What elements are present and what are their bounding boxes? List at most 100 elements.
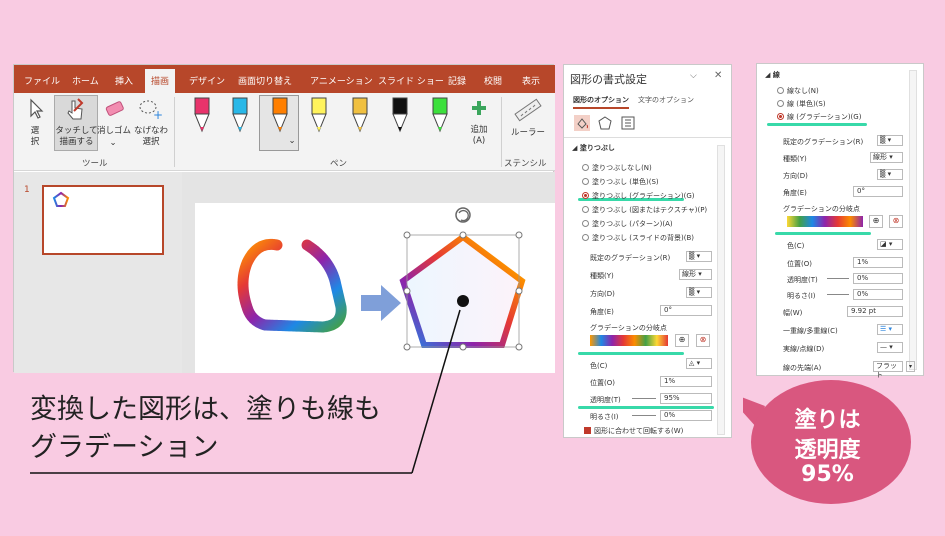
add-stop-icon[interactable]: ⊕ [675, 334, 689, 347]
position-input[interactable]: 1% [853, 257, 903, 268]
color-picker[interactable]: ◪ ▾ [877, 239, 903, 250]
line-option-1[interactable]: 線なし(N) [777, 86, 819, 96]
radio-button[interactable] [777, 87, 784, 94]
tab-file[interactable]: ファイル [24, 74, 60, 87]
remove-stop-icon[interactable]: ⊗ [889, 215, 903, 228]
radio-button[interactable] [582, 164, 589, 171]
line-option-3[interactable]: 線 (グラデーション)(G) [777, 112, 861, 122]
line-option-label: 線 (単色)(S) [787, 100, 826, 108]
fill-option-2[interactable]: 塗りつぶし (単色)(S) [582, 177, 659, 187]
remove-stop-icon[interactable]: ⊗ [696, 334, 710, 347]
chevron-down-icon[interactable]: ⌵ [690, 71, 697, 81]
cap-type-dropdown-arrow[interactable]: ▾ [906, 361, 915, 372]
select-button[interactable] [26, 98, 46, 124]
tab-animations[interactable]: アニメーション [310, 74, 373, 87]
direction-label: 方向(D) [783, 172, 808, 180]
ruler-icon[interactable] [513, 97, 543, 123]
add-pen-icon[interactable] [470, 99, 488, 117]
tab-shape-options[interactable]: 図形のオプション [573, 95, 629, 109]
tab-review[interactable]: 校閲 [484, 74, 502, 87]
lasso-icon[interactable]: + [137, 97, 163, 121]
hand-drawn-pentagon [237, 238, 347, 333]
tab-draw[interactable]: 描画 [145, 69, 176, 93]
compound-type-dropdown[interactable]: ☰ ▾ [877, 324, 903, 335]
position-input[interactable]: 1% [660, 376, 712, 387]
tab-design[interactable]: デザイン [189, 74, 225, 87]
type-dropdown[interactable]: 線形 ▾ [870, 152, 903, 163]
tab-transitions[interactable]: 画面切り替え [238, 74, 292, 87]
highlight-line [767, 123, 867, 126]
gradient-stops-bar[interactable] [787, 216, 863, 227]
panel-scrollbar[interactable] [717, 145, 725, 435]
pen-4-icon[interactable] [307, 97, 331, 139]
angle-input[interactable]: 0° [660, 305, 712, 316]
touch-draw-label: タッチして 描画する [55, 126, 98, 147]
tab-home[interactable]: ホーム [72, 74, 99, 87]
pen-5-icon[interactable] [348, 97, 372, 139]
tab-text-options[interactable]: 文字のオプション [638, 95, 694, 105]
direction-dropdown[interactable]: ▒ ▾ [877, 169, 903, 180]
tab-view[interactable]: 表示 [522, 74, 540, 87]
section-line[interactable]: ◢ 線 [765, 70, 780, 80]
transparency-slider[interactable] [632, 398, 656, 399]
pen-3-icon[interactable] [268, 97, 292, 139]
fill-option-4[interactable]: 塗りつぶし (図またはテクスチャ)(P) [582, 205, 707, 215]
line-option-2[interactable]: 線 (単色)(S) [777, 99, 826, 109]
color-label: 色(C) [590, 362, 608, 370]
pen-1-icon[interactable] [190, 97, 214, 139]
fill-option-label: 塗りつぶしなし(N) [592, 164, 652, 172]
rotate-handle-icon [455, 207, 471, 223]
section-fill[interactable]: ◢ 塗りつぶし [572, 143, 615, 153]
preset-gradient-dropdown[interactable]: ▒ ▾ [686, 251, 712, 262]
slide-content [237, 207, 526, 351]
pen-2-icon[interactable] [228, 97, 252, 139]
transparency-slider[interactable] [827, 278, 849, 279]
transparency-input[interactable]: 0% [853, 273, 903, 284]
radio-button[interactable] [582, 234, 589, 241]
transparency-input[interactable]: 95% [660, 393, 712, 404]
effects-icon[interactable] [598, 116, 612, 130]
tab-slideshow[interactable]: スライド ショー [378, 74, 444, 87]
panel-scrollbar[interactable] [909, 70, 917, 370]
radio-button[interactable] [582, 192, 589, 199]
fill-option-label: 塗りつぶし (スライドの背景)(B) [592, 234, 695, 242]
size-properties-icon[interactable] [621, 116, 635, 130]
fill-line-icon[interactable] [574, 115, 590, 131]
eraser-icon[interactable] [103, 99, 127, 119]
brightness-input[interactable]: 0% [853, 289, 903, 300]
tab-record[interactable]: 記録 [448, 74, 466, 87]
add-stop-icon[interactable]: ⊕ [869, 215, 883, 228]
slide-thumbnail[interactable] [42, 185, 164, 255]
rotate-with-shape-checkbox[interactable]: 図形に合わせて回転する(W) [584, 426, 683, 436]
radio-button[interactable] [582, 220, 589, 227]
eraser-dropdown-icon[interactable]: ⌄ [108, 138, 118, 149]
brightness-slider[interactable] [827, 294, 849, 295]
gradient-stops-bar[interactable] [590, 335, 668, 346]
radio-button[interactable] [582, 206, 589, 213]
fill-option-5[interactable]: 塗りつぶし (パターン)(A) [582, 219, 673, 229]
color-picker[interactable]: ◬ ▾ [686, 358, 712, 369]
width-input[interactable]: 9.92 pt [847, 306, 903, 317]
arrow-shape [361, 285, 401, 321]
angle-input[interactable]: 0° [853, 186, 903, 197]
radio-button[interactable] [777, 113, 784, 120]
direction-dropdown[interactable]: ▒ ▾ [686, 287, 712, 298]
brightness-input[interactable]: 0% [660, 410, 712, 421]
fill-option-6[interactable]: 塗りつぶし (スライドの背景)(B) [582, 233, 694, 243]
fill-option-1[interactable]: 塗りつぶしなし(N) [582, 163, 652, 173]
eraser-label: 消しゴム [96, 126, 131, 136]
type-dropdown[interactable]: 線形 ▾ [679, 269, 712, 280]
radio-button[interactable] [582, 178, 589, 185]
pen-6-icon[interactable] [388, 97, 412, 139]
dash-type-dropdown[interactable]: — ▾ [877, 342, 903, 353]
radio-button[interactable] [777, 100, 784, 107]
tab-insert[interactable]: 挿入 [115, 74, 133, 87]
brightness-slider[interactable] [632, 415, 656, 416]
pen-7-icon[interactable] [428, 97, 452, 139]
fill-option-3[interactable]: 塗りつぶし (グラデーション)(G) [582, 191, 695, 201]
preset-gradient-dropdown[interactable]: ▒ ▾ [877, 135, 903, 146]
slide[interactable] [195, 203, 555, 373]
direction-label: 方向(D) [590, 290, 615, 298]
close-icon[interactable]: ✕ [714, 70, 722, 81]
cap-type-dropdown[interactable]: フラット [873, 361, 903, 379]
